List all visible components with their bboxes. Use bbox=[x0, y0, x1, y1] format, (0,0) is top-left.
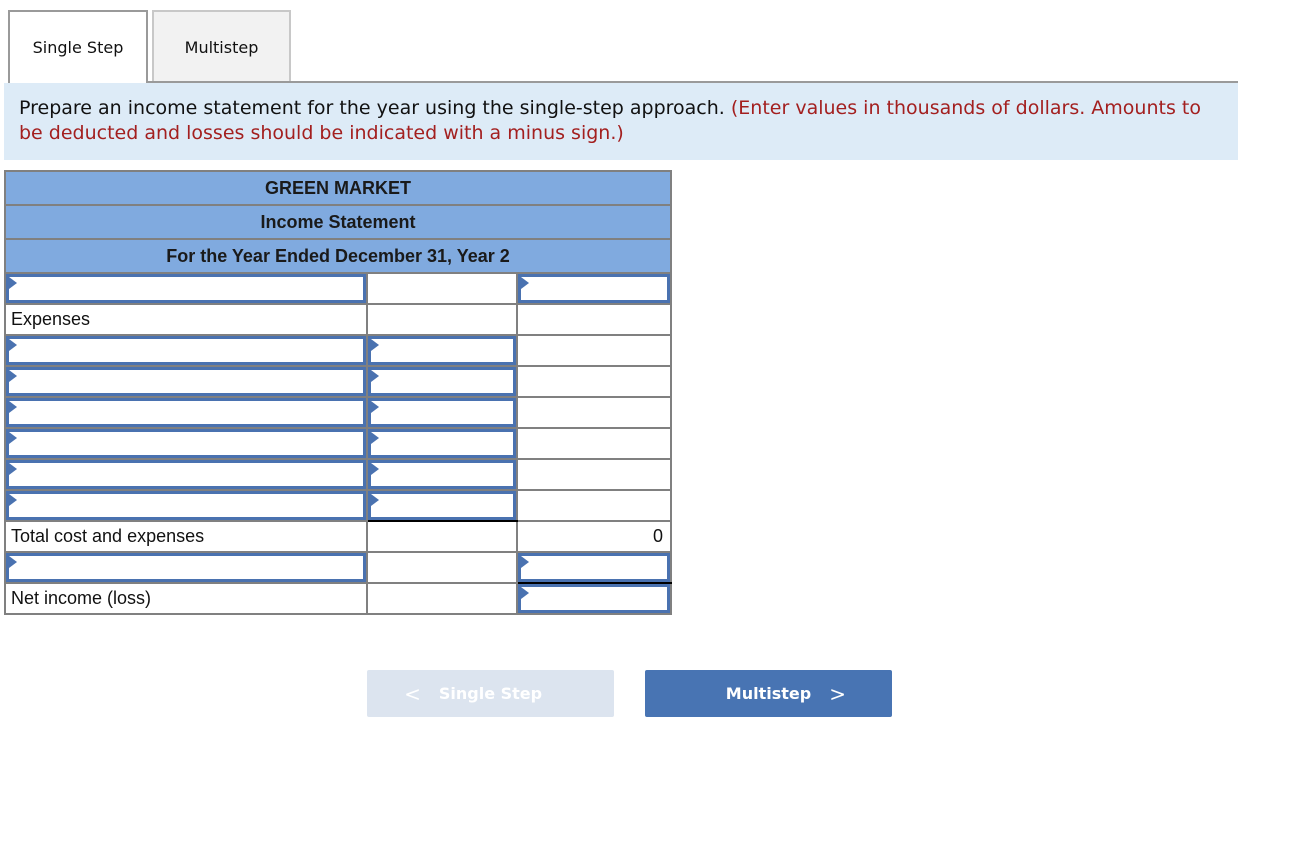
dropdown-arrow-icon bbox=[9, 339, 17, 351]
dropdown-arrow-icon bbox=[9, 277, 17, 289]
expense-amount-input[interactable] bbox=[371, 339, 513, 362]
dropdown-arrow-icon bbox=[521, 556, 529, 568]
net-income-label: Net income (loss) bbox=[4, 582, 368, 615]
empty-cell bbox=[516, 396, 672, 429]
dropdown-arrow-icon bbox=[371, 494, 379, 506]
expense-row bbox=[4, 458, 672, 491]
dropdown-arrow-icon bbox=[371, 463, 379, 475]
expense-account-dropdown[interactable] bbox=[6, 367, 366, 396]
expense-row bbox=[4, 427, 672, 460]
dropdown-arrow-icon bbox=[371, 432, 379, 444]
expense-account-dropdown[interactable] bbox=[6, 460, 366, 489]
next-multistep-button[interactable]: > Multistep > bbox=[645, 670, 892, 717]
empty-cell bbox=[516, 365, 672, 398]
dropdown-arrow-icon bbox=[9, 370, 17, 382]
table-row bbox=[4, 272, 672, 305]
chevron-left-icon: < bbox=[404, 681, 421, 706]
expense-amount-input[interactable] bbox=[371, 432, 513, 455]
expense-amount-field[interactable] bbox=[368, 460, 516, 489]
expense-account-dropdown[interactable] bbox=[6, 398, 366, 427]
net-income-row: Net income (loss) bbox=[4, 582, 672, 615]
empty-cell bbox=[366, 551, 518, 584]
dropdown-arrow-icon bbox=[9, 432, 17, 444]
expense-amount-field[interactable] bbox=[368, 491, 516, 520]
prev-button-label: Single Step bbox=[438, 684, 543, 703]
expense-amount-field[interactable] bbox=[368, 367, 516, 396]
income-statement-table: GREEN MARKET Income Statement For the Ye… bbox=[4, 170, 672, 615]
empty-cell bbox=[516, 427, 672, 460]
net-income-input[interactable] bbox=[521, 587, 667, 610]
expenses-label: Expenses bbox=[4, 303, 368, 336]
expense-account-dropdown[interactable] bbox=[6, 336, 366, 365]
tab-multistep[interactable]: Multistep bbox=[152, 10, 291, 82]
dropdown-arrow-icon bbox=[9, 556, 17, 568]
expense-row bbox=[4, 365, 672, 398]
dropdown-arrow-icon bbox=[9, 463, 17, 475]
empty-cell bbox=[366, 303, 518, 336]
next-button-label: Multistep bbox=[725, 684, 812, 703]
net-income-field[interactable] bbox=[518, 584, 670, 613]
tab-multistep-label: Multistep bbox=[184, 37, 259, 57]
empty-cell bbox=[516, 458, 672, 491]
table-row: Expenses bbox=[4, 303, 672, 336]
chevron-right-icon: > bbox=[829, 681, 846, 706]
dropdown-arrow-icon bbox=[9, 401, 17, 413]
instructions-box: Prepare an income statement for the year… bbox=[4, 83, 1238, 160]
instructions-text: Prepare an income statement for the year… bbox=[19, 97, 731, 119]
revenue-account-dropdown[interactable] bbox=[6, 274, 366, 303]
expense-row bbox=[4, 396, 672, 429]
expense-account-input[interactable] bbox=[9, 401, 363, 424]
expense-amount-input[interactable] bbox=[371, 463, 513, 486]
expense-account-input[interactable] bbox=[9, 463, 363, 486]
expense-row bbox=[4, 489, 672, 522]
expense-amount-field[interactable] bbox=[368, 429, 516, 458]
expense-account-dropdown[interactable] bbox=[6, 491, 366, 520]
prev-single-step-button[interactable]: < Single Step < bbox=[367, 670, 614, 717]
dropdown-arrow-icon bbox=[521, 277, 529, 289]
expense-amount-input[interactable] bbox=[371, 494, 513, 517]
empty-cell bbox=[516, 334, 672, 367]
dropdown-arrow-icon bbox=[371, 339, 379, 351]
other-amount-field[interactable] bbox=[518, 553, 670, 582]
empty-cell bbox=[366, 520, 518, 553]
empty-cell bbox=[516, 303, 672, 336]
dropdown-arrow-icon bbox=[371, 370, 379, 382]
empty-cell bbox=[516, 489, 672, 522]
dropdown-arrow-icon bbox=[9, 494, 17, 506]
empty-cell bbox=[366, 582, 518, 615]
expense-amount-input[interactable] bbox=[371, 370, 513, 393]
revenue-amount-input[interactable] bbox=[521, 277, 667, 300]
total-row: Total cost and expenses 0 bbox=[4, 520, 672, 553]
dropdown-arrow-icon bbox=[521, 587, 529, 599]
total-cost-value: 0 bbox=[516, 520, 672, 553]
expense-account-input[interactable] bbox=[9, 494, 363, 517]
dropdown-arrow-icon bbox=[371, 401, 379, 413]
revenue-account-input[interactable] bbox=[9, 277, 363, 300]
empty-cell bbox=[366, 272, 518, 305]
revenue-amount-field[interactable] bbox=[518, 274, 670, 303]
company-name: GREEN MARKET bbox=[4, 170, 672, 206]
statement-title: Income Statement bbox=[4, 204, 672, 240]
expense-account-input[interactable] bbox=[9, 370, 363, 393]
expense-account-dropdown[interactable] bbox=[6, 429, 366, 458]
table-row bbox=[4, 551, 672, 584]
expense-account-input[interactable] bbox=[9, 432, 363, 455]
revenue-account-cell bbox=[4, 272, 368, 305]
expense-amount-field[interactable] bbox=[368, 398, 516, 427]
expense-account-input[interactable] bbox=[9, 339, 363, 362]
total-cost-label: Total cost and expenses bbox=[4, 520, 368, 553]
statement-period: For the Year Ended December 31, Year 2 bbox=[4, 238, 672, 274]
tab-single-step[interactable]: Single Step bbox=[8, 10, 148, 83]
expense-amount-input[interactable] bbox=[371, 401, 513, 424]
tab-single-step-label: Single Step bbox=[32, 38, 124, 57]
other-amount-input[interactable] bbox=[521, 556, 667, 579]
expense-amount-field[interactable] bbox=[368, 336, 516, 365]
expense-row bbox=[4, 334, 672, 367]
other-account-input[interactable] bbox=[9, 556, 363, 579]
revenue-amount-cell bbox=[516, 272, 672, 305]
other-account-dropdown[interactable] bbox=[6, 553, 366, 582]
